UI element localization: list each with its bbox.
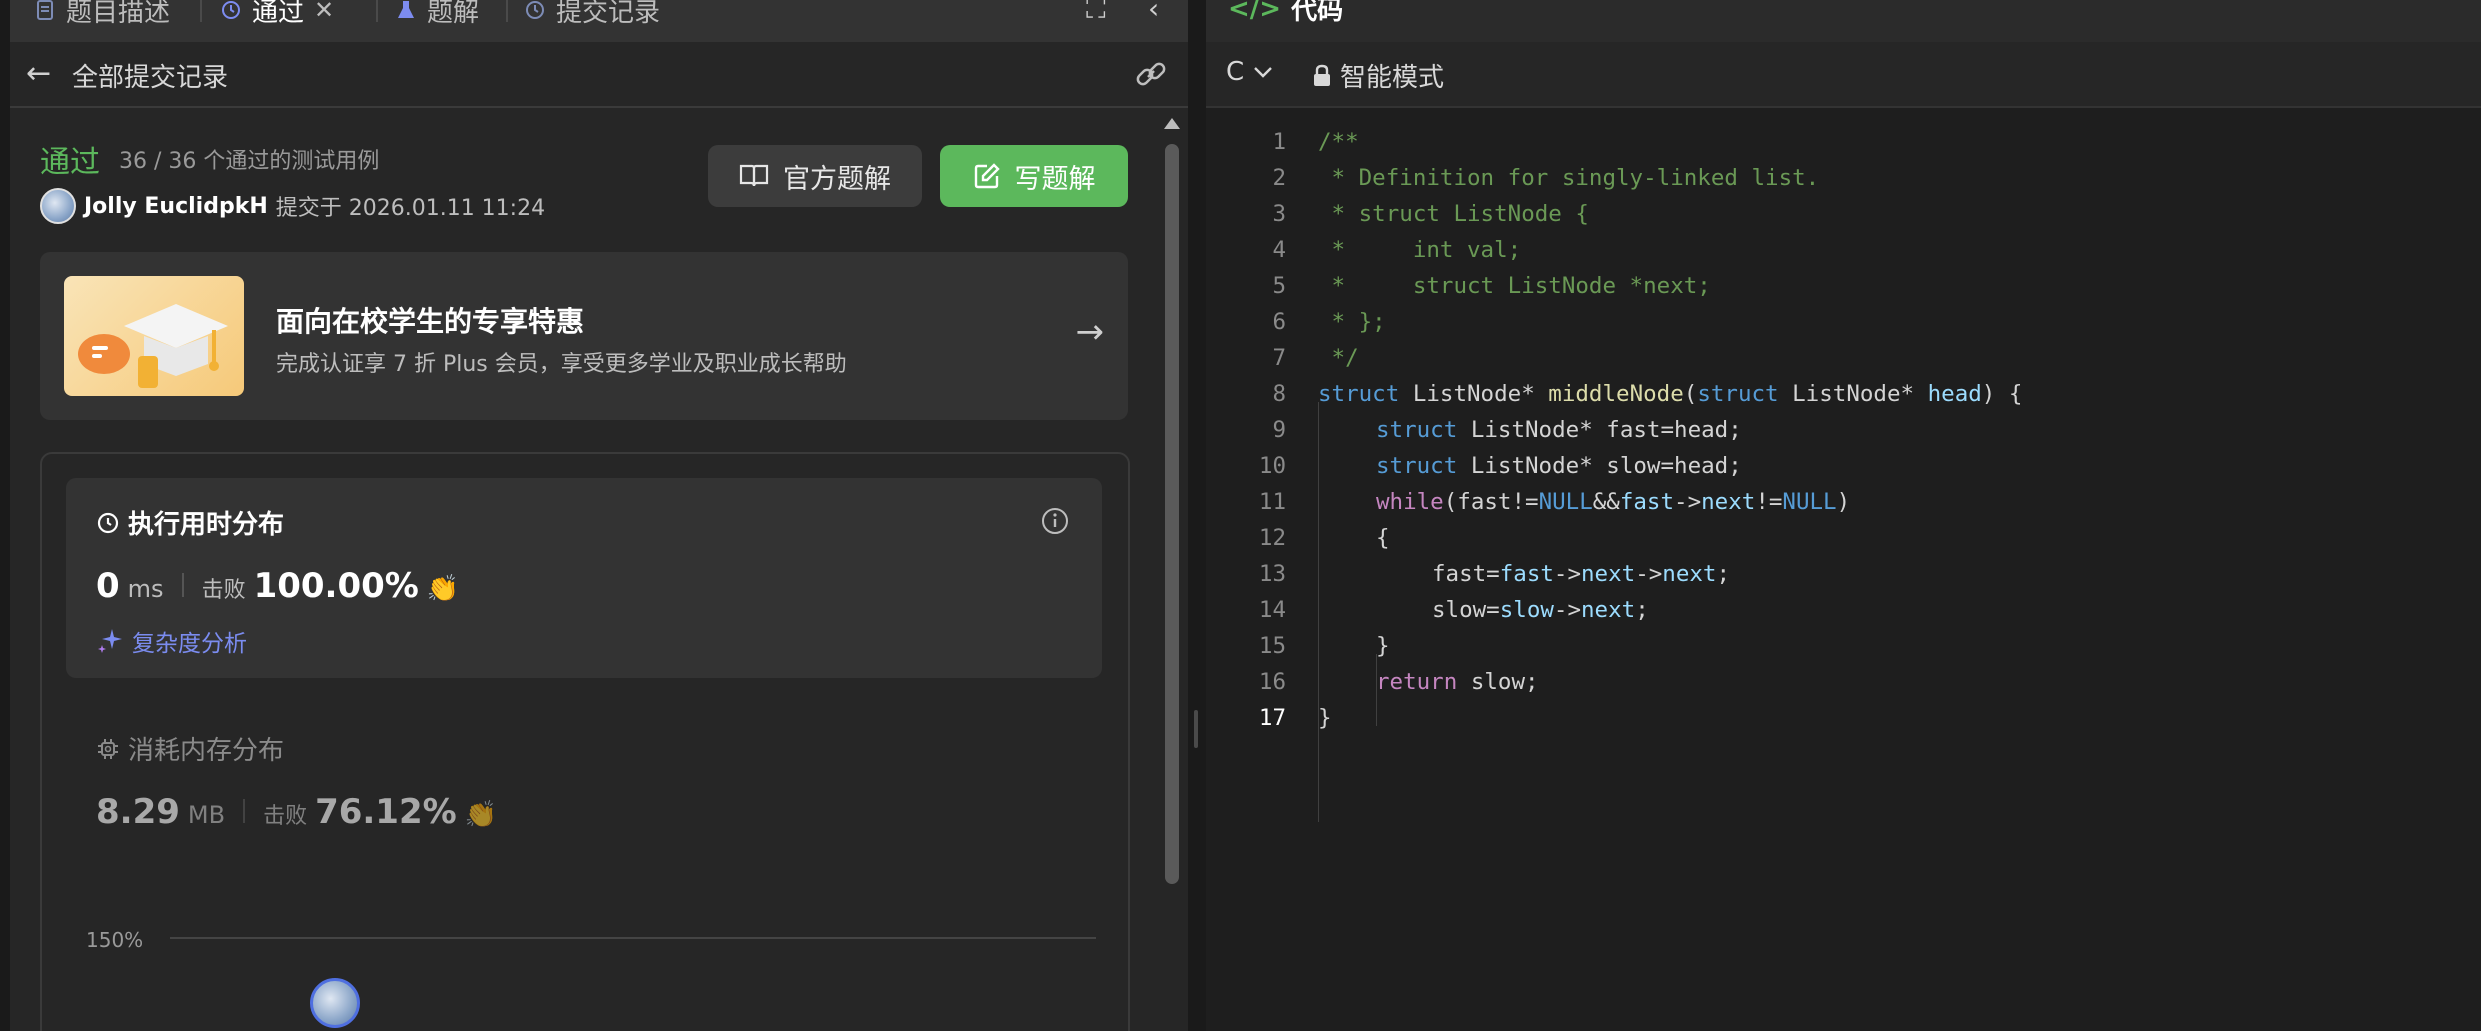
promo-title: 面向在校学生的专享特惠 [276,305,585,338]
write-solution-button[interactable]: 写题解 [940,145,1128,207]
clap-icon: 👏 [426,574,460,604]
code-line[interactable]: 2 * Definition for singly-linked list. [1206,160,2481,196]
editor-toolbar: C 智能模式 [1206,42,2481,108]
tab-solutions[interactable]: 题解 [395,0,479,30]
edit-icon [974,163,1000,189]
scrollbar-thumb[interactable] [1165,144,1179,884]
test-cases-summary: 36 / 36 个通过的测试用例 [119,149,380,174]
student-promo-banner[interactable]: 面向在校学生的专享特惠 完成认证享 7 折 Plus 会员，享受更多学业及职业成… [40,252,1128,420]
submitted-time: 提交于 2026.01.11 11:24 [275,196,546,221]
arrow-right-icon[interactable]: → [1076,312,1105,352]
code-line[interactable]: 13 fast=fast->next->next; [1206,556,2481,592]
divider [243,799,246,823]
close-icon[interactable]: ✕ [314,0,334,24]
tab-submissions[interactable]: 提交记录 [524,0,660,30]
chart-y-tick-label: 150% [86,928,144,952]
code-line[interactable]: 9 struct ListNode* fast=head; [1206,412,2481,448]
document-icon [37,0,53,20]
code-line[interactable]: 16 return slow; [1206,664,2481,700]
graduation-cap-illustration [64,276,244,396]
info-icon[interactable] [1040,506,1070,536]
pane-divider[interactable] [1190,0,1204,1031]
code-line[interactable]: 6 * }; [1206,304,2481,340]
code-line[interactable]: 11 while(fast!=NULL&&fast->next!=NULL) [1206,484,2481,520]
runtime-beat-percent: 100.00% [253,566,419,606]
code-icon: </> [1228,0,1282,24]
submission-panel: 题目描述 通过 ✕ 题解 提交记录 ⛶ ‹ ← 全部提交记录 通过 36 / 3… [10,0,1188,1031]
code-line[interactable]: 1/** [1206,124,2481,160]
code-line[interactable]: 7 */ [1206,340,2481,376]
chart-grid-line [170,937,1096,939]
complexity-analysis-link[interactable]: 复杂度分析 [96,624,247,658]
code-line[interactable]: 10 struct ListNode* slow=head; [1206,448,2481,484]
smart-mode-toggle[interactable]: 智能模式 [1312,57,1444,94]
chevron-down-icon [1254,67,1273,78]
code-editor[interactable]: 1/** 2 * Definition for singly-linked li… [1206,124,2481,822]
left-tab-bar: 题目描述 通过 ✕ 题解 提交记录 ⛶ ‹ [10,0,1188,42]
code-line[interactable]: 8 struct ListNode* middleNode(struct List… [1206,376,2481,412]
status-label: 通过 [40,145,100,180]
book-icon [739,164,769,187]
code-line[interactable]: 15} [1206,628,2481,664]
lock-icon [1314,64,1330,86]
user-position-marker[interactable] [310,978,360,1028]
runtime-values: 0 ms 击败 100.00% 👏 [96,566,459,606]
official-solution-button[interactable]: 官方题解 [708,145,922,207]
clock-icon [97,512,119,533]
beat-label: 击败 [263,804,308,829]
code-line[interactable]: 3 * struct ListNode { [1206,196,2481,232]
tab-accepted[interactable]: 通过 ✕ [220,0,334,30]
flask-icon [398,1,414,18]
code-panel: </> 代码 C 智能模式 1/** 2 * Definition for si… [1206,0,2481,1031]
code-line[interactable]: 4 * int val; [1206,232,2481,268]
beat-label: 击败 [201,578,246,603]
promo-subtitle: 完成认证享 7 折 Plus 会员，享受更多学业及职业成长帮助 [276,352,847,377]
tab-description[interactable]: 题目描述 [34,0,170,30]
tab-code[interactable]: </> 代码 [1228,0,1343,27]
user-name[interactable]: Jolly EuclidpkH [84,194,268,219]
runtime-title: 执行用时分布 [96,504,284,541]
runtime-card[interactable]: 执行用时分布 0 ms 击败 100.00% 👏 复杂度分析 [66,478,1102,678]
submission-subheader: ← 全部提交记录 [10,42,1188,108]
code-tab-bar: </> 代码 [1206,0,2481,42]
tab-divider [200,0,202,22]
pane-resize-handle[interactable] [1194,710,1198,748]
divider [181,573,184,597]
history-icon [526,1,544,19]
language-select[interactable]: C [1226,57,1274,87]
tab-divider [376,0,378,22]
memory-beat-percent: 76.12% [315,792,457,832]
memory-values: 8.29 MB 击败 76.12% 👏 [96,792,497,832]
back-arrow-icon[interactable]: ← [26,56,51,91]
memory-title[interactable]: 消耗内存分布 [96,730,284,767]
link-icon[interactable] [1134,57,1168,91]
code-line[interactable]: 12{ [1206,520,2481,556]
avatar[interactable] [40,188,76,224]
memory-value: 8.29 [96,792,180,832]
history-icon [222,1,240,19]
clap-icon: 👏 [464,800,498,830]
memory-unit: MB [187,801,226,829]
runtime-unit: ms [127,575,164,603]
back-label[interactable]: 全部提交记录 [72,57,228,94]
collapse-icon[interactable]: ‹ [1148,0,1159,25]
submitter-row: Jolly EuclidpkH 提交于 2026.01.11 11:24 [40,188,545,224]
code-line[interactable]: 14 slow=slow->next; [1206,592,2481,628]
runtime-value: 0 [96,566,120,606]
scroll-up-arrow-icon[interactable] [1164,118,1180,129]
tab-divider [506,0,508,22]
code-line[interactable]: 5 * struct ListNode *next; [1206,268,2481,304]
fullscreen-icon[interactable]: ⛶ [1086,0,1106,26]
chip-icon [98,738,118,759]
code-line[interactable]: 17} [1206,700,2481,736]
sparkle-icon [98,629,122,653]
